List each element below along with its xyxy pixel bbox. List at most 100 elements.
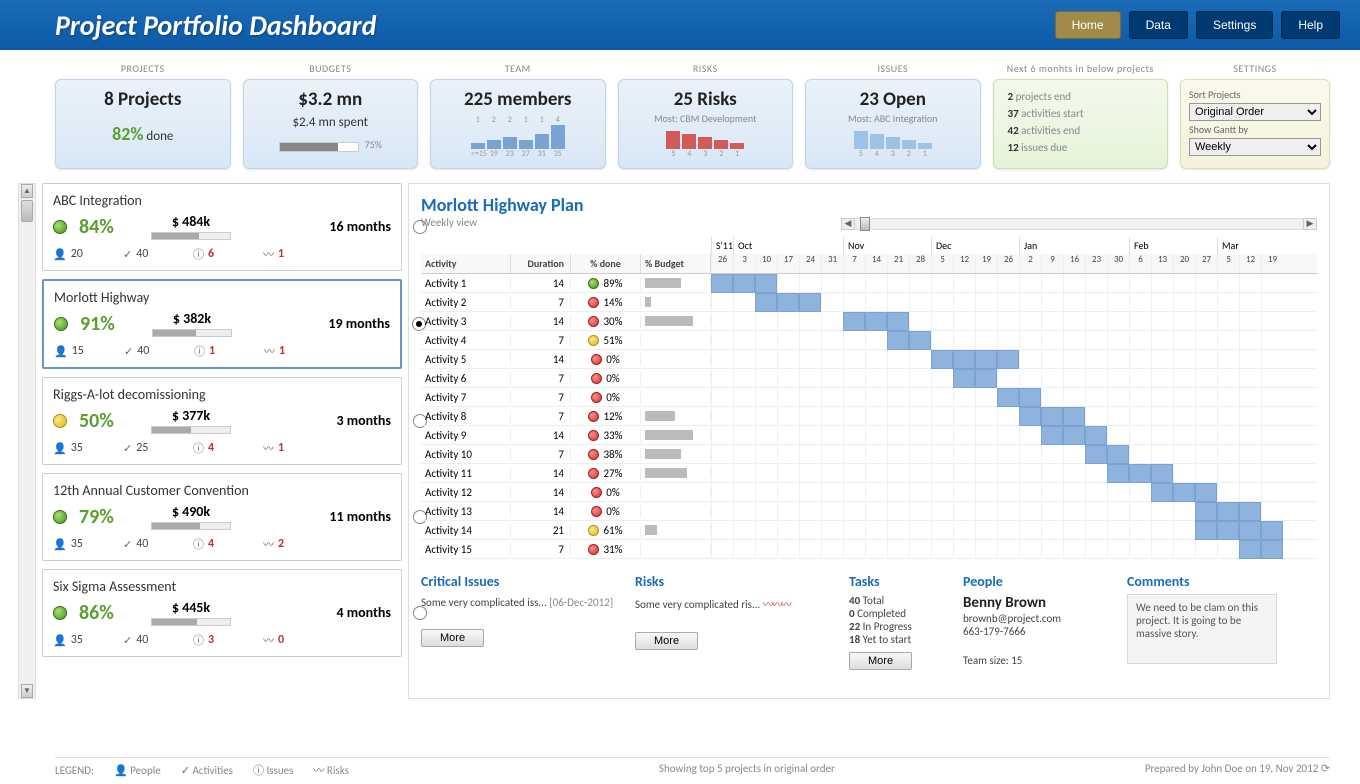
activity-name: Activity 3	[421, 315, 511, 328]
nav-help[interactable]: Help	[1281, 11, 1340, 39]
project-pct: 79%	[79, 505, 139, 529]
scroll-thumb[interactable]	[21, 200, 33, 222]
kpi-main: 225 members	[441, 88, 595, 111]
gantt-cells	[711, 388, 1317, 407]
nav-data[interactable]: Data	[1129, 11, 1188, 39]
status-dot	[588, 449, 599, 460]
kpi-card[interactable]: $3.2 mn $2.4 mn spent 75%	[243, 79, 419, 169]
activity-budget	[641, 278, 711, 288]
gantt-row: Activity 5 14 0%	[421, 350, 1317, 369]
slider-thumb[interactable]	[860, 217, 870, 231]
col-duration: Duration	[511, 254, 571, 273]
check-icon: ✓	[124, 345, 133, 358]
kpi-card[interactable]: 225 members 122114 <=151923273135	[430, 79, 606, 169]
activity-done: 33%	[571, 429, 641, 442]
stat-risks: 〰 1	[264, 343, 322, 359]
footer: LEGEND: 👤 People ✓ Activities ⓘ Issues 〰…	[55, 757, 1330, 778]
scroll-down-icon[interactable]: ▼	[21, 684, 33, 698]
stat-risks: 〰 1	[263, 246, 321, 262]
trend-icon: 〰	[264, 343, 275, 359]
stat-people: 👤 35	[53, 441, 111, 455]
more-button[interactable]: More	[635, 632, 698, 650]
kpi-settings: SETTINGS Sort Projects Original Order Sh…	[1180, 62, 1330, 169]
panel-heading: Risks	[635, 573, 835, 590]
risk-text: Some very complicated ris...	[635, 598, 760, 611]
person-icon: 👤	[53, 634, 67, 647]
status-dot	[591, 354, 602, 365]
project-card[interactable]: Six Sigma Assessment 86% $ 445k 4 months…	[42, 569, 402, 657]
kpi-card[interactable]: 23 Open Most: ABC Integration 54321	[805, 79, 981, 169]
nav-home[interactable]: Home	[1055, 11, 1121, 39]
activity-name: Activity 2	[421, 296, 511, 309]
activity-duration: 14	[511, 429, 571, 442]
gantt-cells	[711, 521, 1317, 540]
gantt-row: Activity 2 7 14%	[421, 293, 1317, 312]
app-title: Project Portfolio Dashboard	[55, 8, 376, 43]
status-dot	[588, 544, 599, 555]
project-card[interactable]: 12th Annual Customer Convention 79% $ 49…	[42, 473, 402, 561]
stat-risks: 〰 2	[263, 536, 321, 552]
status-dot	[591, 487, 602, 498]
activity-name: Activity 1	[421, 277, 511, 290]
comments-text: We need to be clam on this project. It i…	[1127, 594, 1277, 664]
gantt-row: Activity 10 7 38%	[421, 445, 1317, 464]
activity-duration: 14	[511, 353, 571, 366]
project-name: ABC Integration	[53, 192, 391, 209]
kpi-card[interactable]: 8 Projects 82% done	[55, 79, 231, 169]
project-scrollbar[interactable]: ▲ ▼	[18, 183, 36, 699]
scroll-up-icon[interactable]: ▲	[21, 184, 33, 198]
stat-issues: ⓘ 4	[193, 536, 251, 552]
project-card[interactable]: Morlott Highway 91% $ 382k 19 months 👤 1…	[42, 279, 402, 369]
kpi-main: $3.2 mn	[254, 88, 408, 111]
project-name: Morlott Highway	[54, 289, 390, 306]
status-dot	[588, 411, 599, 422]
gantt-row: Activity 6 7 0%	[421, 369, 1317, 388]
project-pct: 86%	[79, 601, 139, 625]
refresh-icon[interactable]: ⟳	[1321, 762, 1330, 775]
panel-heading: Comments	[1127, 573, 1277, 590]
project-duration: 4 months	[336, 604, 391, 621]
activity-duration: 14	[511, 486, 571, 499]
more-button[interactable]: More	[421, 629, 484, 647]
budget-bar	[151, 232, 231, 240]
team-histogram	[441, 127, 595, 149]
gantt-row: Activity 9 14 33%	[421, 426, 1317, 445]
status-dot	[53, 510, 67, 524]
activity-done: 61%	[571, 524, 641, 537]
kpi-label: SETTINGS	[1180, 62, 1330, 75]
sort-select[interactable]: Original Order	[1189, 103, 1321, 121]
activity-done: 30%	[571, 315, 641, 328]
panel-heading: Tasks	[849, 573, 949, 590]
activity-budget	[641, 449, 711, 459]
kpi-card[interactable]: 2 projects end37 activities start42 acti…	[993, 79, 1169, 169]
timeline-slider[interactable]: ◀ ▶	[841, 218, 1317, 230]
info-icon: ⓘ	[193, 536, 204, 552]
kpi-label: Next 6 monhts in below projects	[993, 62, 1169, 75]
kpi-sub: Most: ABC Integration	[816, 112, 970, 125]
status-dot	[588, 468, 599, 479]
kpi-row: PROJECTS 8 Projects 82% done BUDGETS $3.…	[0, 50, 1360, 183]
stat-issues: ⓘ 4	[193, 440, 251, 456]
gantt-select[interactable]: Weekly	[1189, 138, 1321, 156]
status-dot	[591, 373, 602, 384]
nav-settings[interactable]: Settings	[1196, 11, 1273, 39]
info-icon: ⓘ	[194, 343, 205, 359]
activity-name: Activity 6	[421, 372, 511, 385]
gantt-cells	[711, 274, 1317, 293]
status-dot	[53, 220, 67, 234]
gantt-cells	[711, 407, 1317, 426]
person-name: Benny Brown	[963, 594, 1113, 612]
project-card[interactable]: ABC Integration 84% $ 484k 16 months 👤 2…	[42, 183, 402, 271]
activity-done: 0%	[571, 372, 641, 385]
slider-left-icon[interactable]: ◀	[841, 218, 855, 230]
project-card[interactable]: Riggs-A-lot decomissioning 50% $ 377k 3 …	[42, 377, 402, 465]
panel-comments: Comments We need to be clam on this proj…	[1127, 573, 1277, 670]
trend-icon: 〰	[263, 440, 274, 456]
stat-people: 👤 35	[53, 537, 111, 551]
activity-done: 0%	[571, 391, 641, 404]
more-button[interactable]: More	[849, 652, 912, 670]
slider-right-icon[interactable]: ▶	[1303, 218, 1317, 230]
kpi-projects: PROJECTS 8 Projects 82% done	[55, 62, 231, 169]
gantt-cells	[711, 369, 1317, 388]
kpi-card[interactable]: 25 Risks Most: CBM Development 54321	[618, 79, 794, 169]
